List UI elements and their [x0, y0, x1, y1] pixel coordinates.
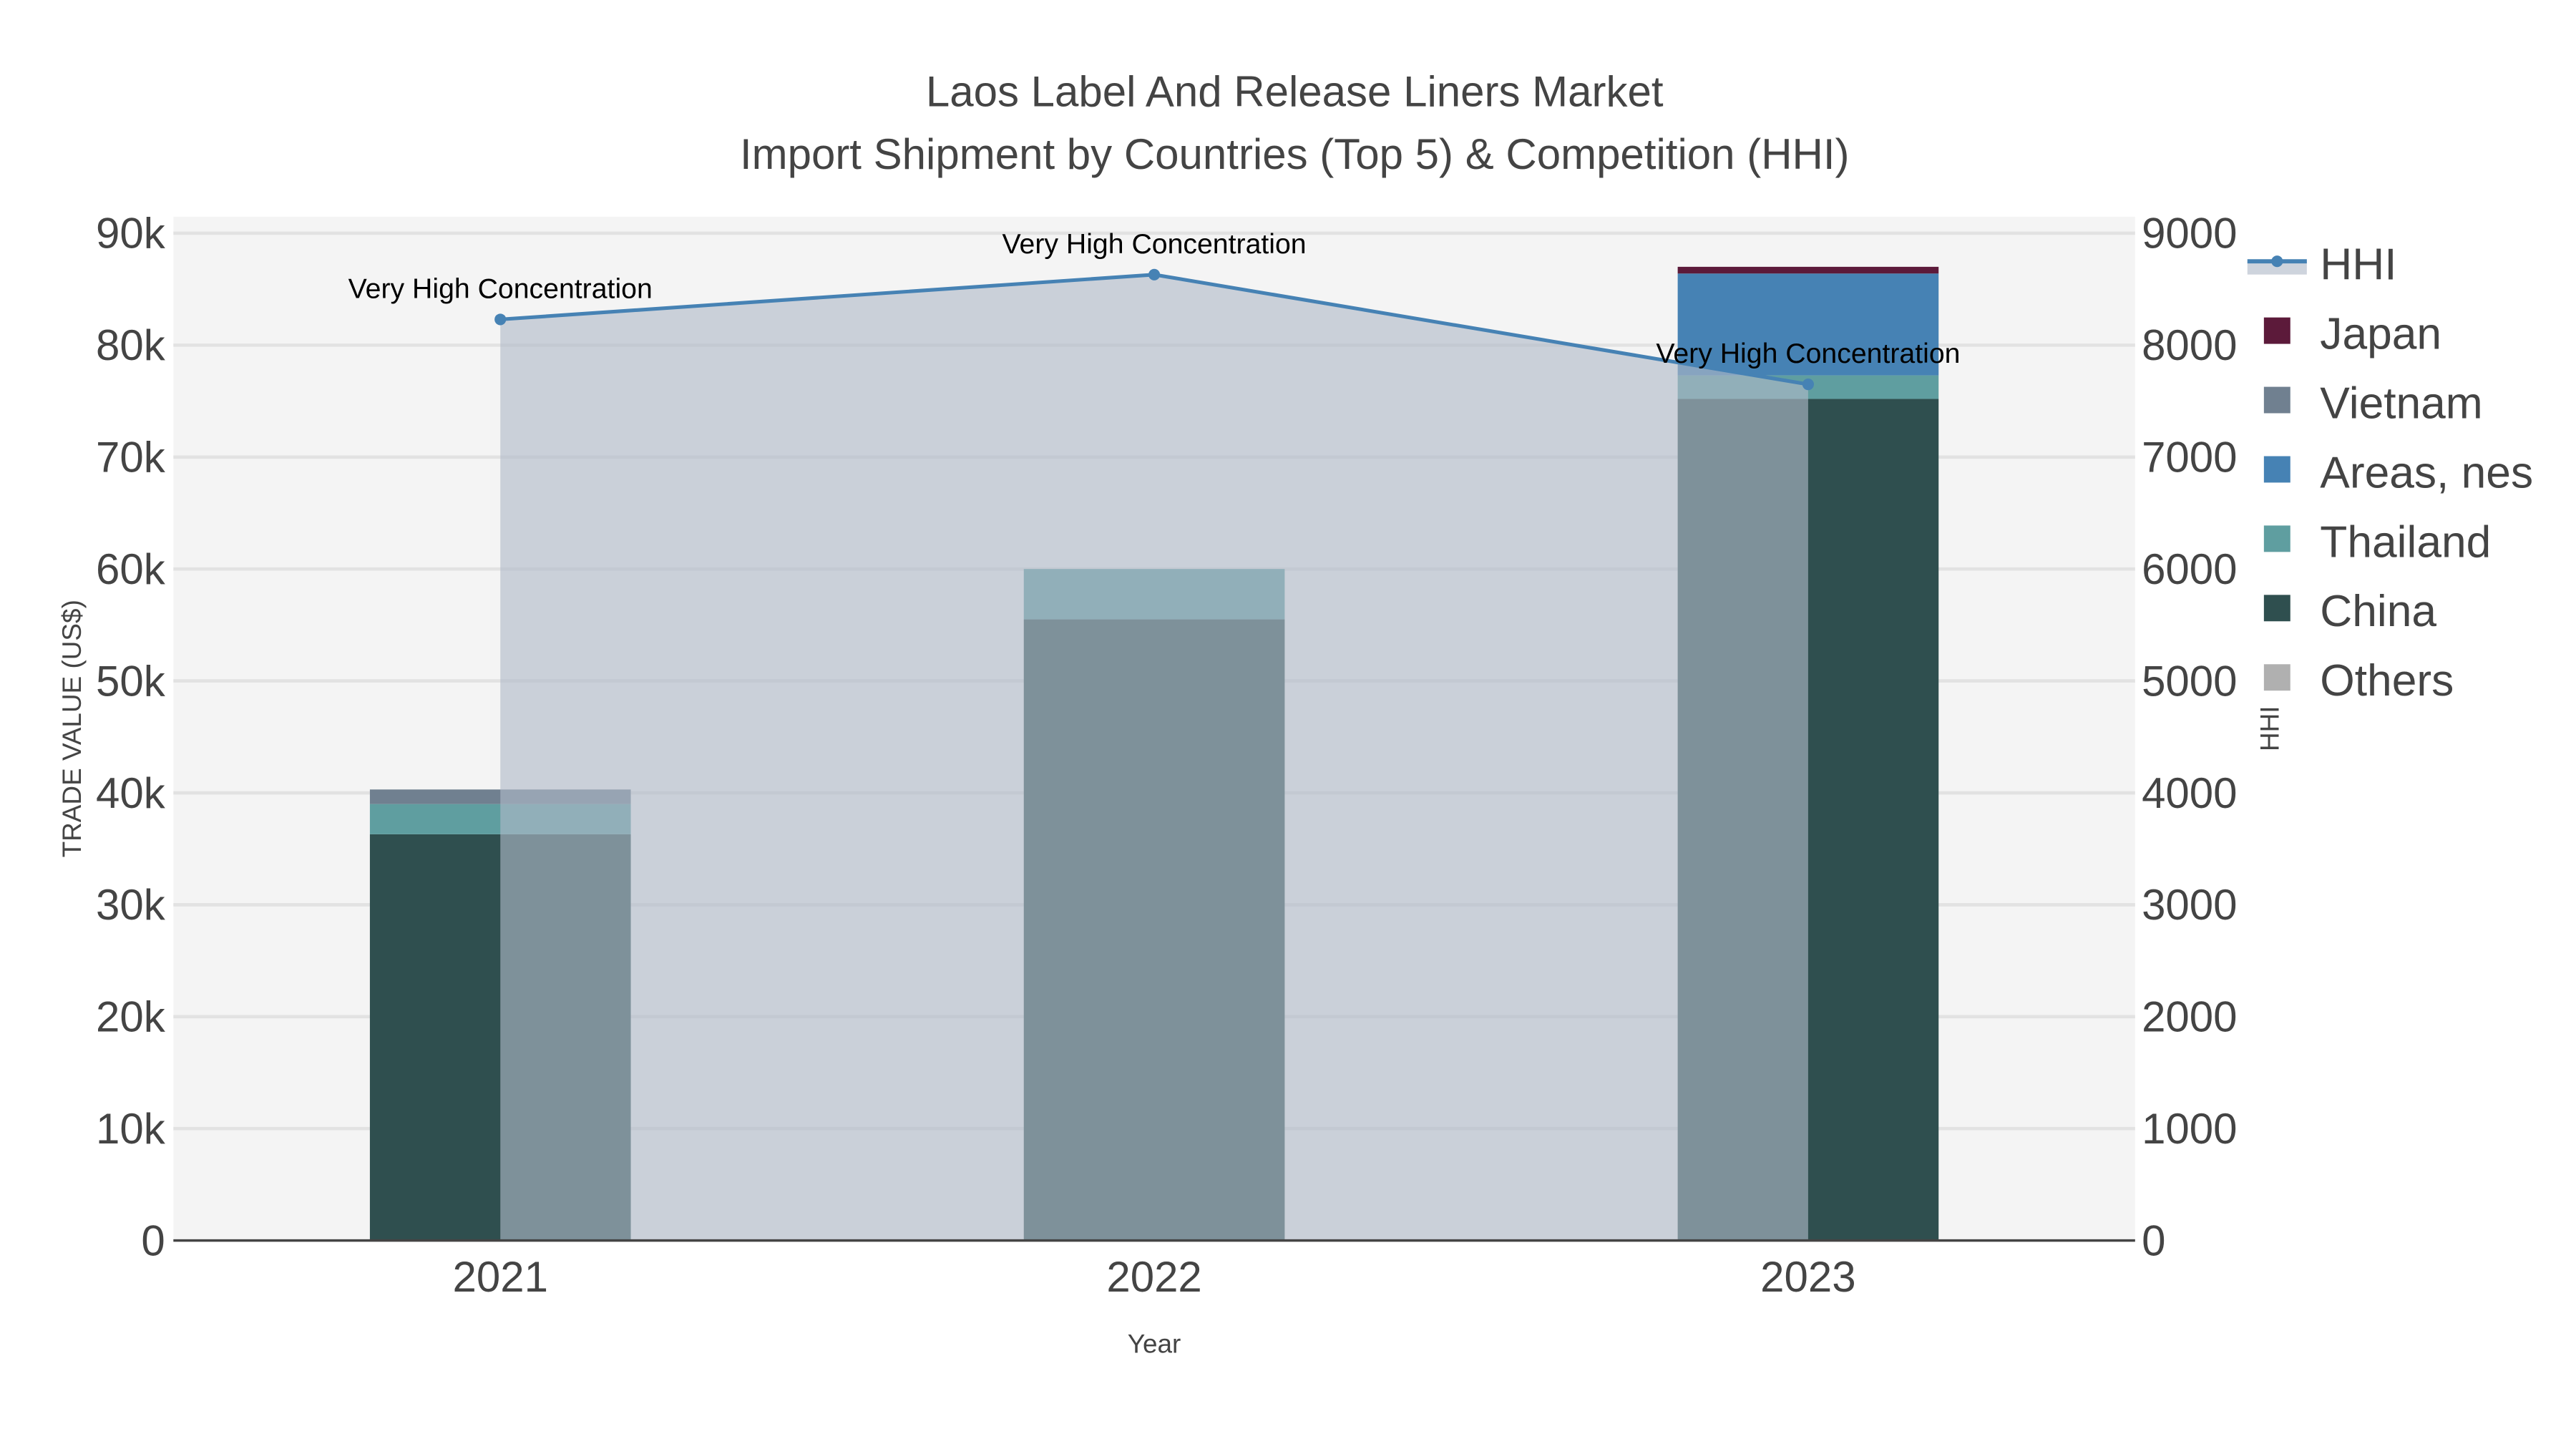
legend-item-china[interactable]: China	[2320, 587, 2436, 636]
y2-tick-label: 2000	[2142, 993, 2237, 1041]
legend-swatch-china	[2263, 595, 2290, 622]
hhi-area	[500, 274, 1808, 1241]
chart-title-line1: Laos Label And Release Liners Market	[926, 67, 1664, 115]
y2-axis-label: HHI	[2255, 706, 2285, 751]
x-tick-label: 2023	[1760, 1253, 1855, 1301]
legend-swatch-thailand	[2263, 525, 2290, 552]
legend-item-thailand[interactable]: Thailand	[2320, 517, 2491, 567]
y-tick-label: 40k	[96, 769, 166, 817]
y-tick-label: 10k	[96, 1105, 166, 1153]
y2-tick-label: 9000	[2142, 210, 2237, 258]
legend-swatch-vietnam	[2263, 386, 2290, 414]
legend-swatch-others	[2263, 664, 2290, 691]
x-axis-label: Year	[1128, 1330, 1181, 1359]
legend-item-others[interactable]: Others	[2320, 656, 2454, 706]
x-tick-label: 2021	[452, 1253, 547, 1301]
y-tick-label: 90k	[96, 210, 166, 258]
hhi-annotation: Very High Concentration	[1002, 228, 1307, 260]
hhi-point[interactable]	[1148, 268, 1161, 280]
y-tick-label: 50k	[96, 657, 166, 705]
y-tick-label: 20k	[96, 993, 166, 1041]
legend-swatch-japan	[2263, 317, 2290, 344]
hhi-annotation: Very High Concentration	[1656, 338, 1960, 369]
y-tick-label: 80k	[96, 321, 166, 369]
hhi-annotation: Very High Concentration	[348, 273, 653, 304]
hhi-point[interactable]	[494, 313, 507, 326]
y-tick-label: 30k	[96, 881, 166, 929]
x-tick-label: 2022	[1106, 1253, 1201, 1301]
y2-tick-label: 6000	[2142, 545, 2237, 593]
legend-item-japan[interactable]: Japan	[2320, 309, 2441, 358]
y-tick-label: 70k	[96, 434, 166, 482]
y2-tick-label: 5000	[2142, 657, 2237, 705]
legend-item-vietnam[interactable]: Vietnam	[2320, 379, 2482, 428]
y2-tick-label: 3000	[2142, 881, 2237, 929]
legend-hhi-marker	[2271, 255, 2283, 268]
y2-tick-label: 8000	[2142, 321, 2237, 369]
legend-item-areas-nes[interactable]: Areas, nes	[2320, 448, 2533, 497]
y2-tick-label: 1000	[2142, 1105, 2237, 1153]
y-tick-label: 0	[141, 1216, 165, 1264]
chart: Laos Label And Release Liners Market Imp…	[57, 67, 2533, 1359]
y2-tick-label: 0	[2142, 1216, 2165, 1264]
y2-tick-label: 7000	[2142, 434, 2237, 482]
hhi-point[interactable]	[1802, 379, 1814, 391]
legend-item-hhi[interactable]: HHI	[2320, 240, 2396, 290]
y2-tick-label: 4000	[2142, 769, 2237, 817]
y-axis-label: TRADE VALUE (US$)	[57, 600, 87, 857]
bar-japan[interactable]	[1677, 266, 1939, 274]
y-tick-label: 60k	[96, 545, 166, 593]
chart-title-line2: Import Shipment by Countries (Top 5) & C…	[740, 130, 1850, 178]
legend-swatch-areas-nes	[2263, 456, 2290, 483]
